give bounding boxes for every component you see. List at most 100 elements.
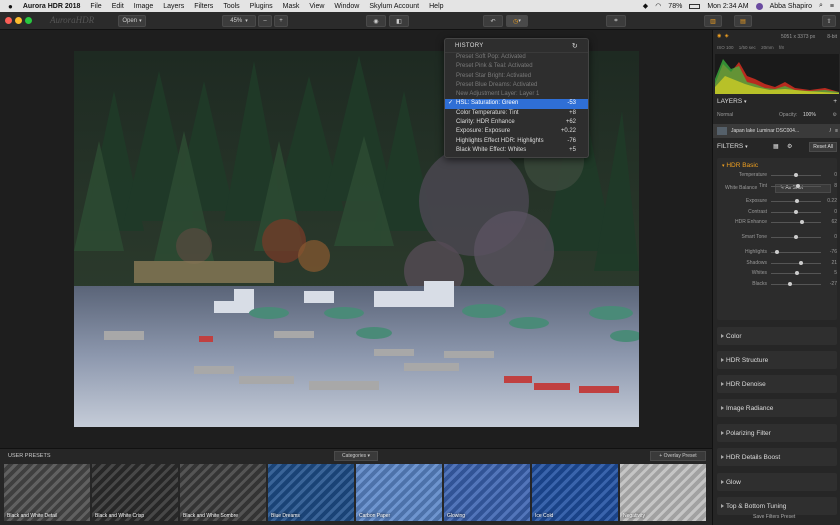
- slider-value[interactable]: 0: [823, 234, 837, 240]
- preset-thumbnail[interactable]: Blue Dreams: [268, 464, 354, 521]
- filter-section-hdr-structure[interactable]: HDR Structure: [717, 351, 837, 369]
- preset-thumbnail[interactable]: Glowing: [444, 464, 530, 521]
- search-icon[interactable]: ⌕: [819, 2, 823, 10]
- categories-dropdown[interactable]: Categories ▾: [334, 451, 378, 461]
- reset-all-button[interactable]: Reset All: [809, 142, 837, 152]
- app-name-menu[interactable]: Aurora HDR 2018: [23, 3, 81, 10]
- menu-layers[interactable]: Layers: [163, 3, 184, 10]
- filter-section-image-radiance[interactable]: Image Radiance: [717, 399, 837, 417]
- zoom-window-button[interactable]: [25, 17, 32, 24]
- slider-handle[interactable]: [799, 261, 803, 265]
- preset-thumbnail[interactable]: Carbon Paper: [356, 464, 442, 521]
- slider-value[interactable]: 0: [823, 172, 837, 178]
- slider-value[interactable]: 0: [823, 209, 837, 215]
- slider-handle[interactable]: [800, 220, 804, 224]
- panel-toggle-layers-button[interactable]: ▤: [734, 15, 752, 27]
- slider-handle[interactable]: [794, 173, 798, 177]
- preset-thumbnail[interactable]: Black and White Crisp: [92, 464, 178, 521]
- menu-file[interactable]: File: [90, 3, 101, 10]
- battery-text[interactable]: 78%: [668, 3, 682, 10]
- menu-view[interactable]: View: [309, 3, 324, 10]
- user-name[interactable]: Abba Shapiro: [770, 3, 812, 10]
- slider-value[interactable]: 21: [823, 260, 837, 266]
- menu-list-icon[interactable]: ≡: [830, 3, 834, 10]
- history-item[interactable]: Preset Star Bright: Activated: [445, 72, 588, 81]
- filter-section-glow[interactable]: Glow: [717, 473, 837, 491]
- history-item[interactable]: Clarity: HDR Enhance +62: [445, 118, 588, 127]
- slider-handle[interactable]: [796, 184, 800, 188]
- history-item[interactable]: Highlights Effect HDR: Highlights -76: [445, 137, 588, 146]
- history-item[interactable]: Preset Pink & Teal: Activated: [445, 62, 588, 71]
- filter-section-polarizing-filter[interactable]: Polarizing Filter: [717, 424, 837, 442]
- menu-mask[interactable]: Mask: [283, 3, 300, 10]
- clock-text[interactable]: Mon 2:34 AM: [707, 3, 748, 10]
- close-window-button[interactable]: [5, 17, 12, 24]
- preset-thumbnail[interactable]: Negativity: [620, 464, 706, 521]
- save-filters-preset-button[interactable]: Save Filters Preset: [753, 514, 795, 520]
- slider-handle[interactable]: [794, 235, 798, 239]
- hdr-basic-header[interactable]: ▾ HDR Basic: [722, 162, 758, 169]
- menu-image[interactable]: Image: [134, 3, 153, 10]
- undo-button[interactable]: ↶: [483, 15, 503, 27]
- layer-row[interactable]: Japan lake Luminar DSC004... / ≡: [713, 124, 840, 138]
- overlay-preset-button[interactable]: + Overlay Preset: [650, 451, 706, 461]
- history-item[interactable]: Preset Blue Dreams: Activated: [445, 81, 588, 90]
- chevron-down-icon[interactable]: ▾: [744, 99, 747, 105]
- battery-icon[interactable]: [689, 3, 701, 9]
- compare-button[interactable]: ◧: [389, 15, 409, 27]
- preset-thumbnail[interactable]: Black and White Detail: [4, 464, 90, 521]
- chevron-down-icon[interactable]: ▾: [745, 144, 748, 150]
- brush-icon[interactable]: /: [830, 124, 831, 138]
- dropbox-icon[interactable]: ◆: [643, 2, 648, 10]
- preset-thumbnail[interactable]: Black and White Sombre: [180, 464, 266, 521]
- menu-filters[interactable]: Filters: [194, 3, 213, 10]
- opacity-value[interactable]: 100%: [803, 112, 816, 118]
- history-item[interactable]: Color Temperature: Tint +8: [445, 109, 588, 118]
- slider-track[interactable]: [771, 222, 821, 223]
- image-canvas[interactable]: HISTORY ↻ Preset Soft Pop: Activated Pre…: [0, 30, 712, 448]
- slider-value[interactable]: 5: [823, 270, 837, 276]
- info-icon[interactable]: ◉: [717, 33, 721, 39]
- filter-presets-icon[interactable]: ▦: [773, 143, 779, 150]
- slider-value[interactable]: 8: [823, 183, 837, 189]
- add-layer-button[interactable]: +: [833, 98, 837, 105]
- panel-toggle-histogram-button[interactable]: ▥: [704, 15, 722, 27]
- zoom-dropdown[interactable]: 45% ▾: [222, 15, 256, 27]
- wifi-icon[interactable]: ◠: [655, 2, 661, 10]
- zoom-out-button[interactable]: –: [258, 15, 272, 27]
- history-item[interactable]: Black White Effect: Whites +5: [445, 146, 588, 155]
- history-item[interactable]: New Adjustment Layer: Layer 1: [445, 90, 588, 99]
- share-button[interactable]: ⇧: [822, 15, 836, 27]
- menu-plugins[interactable]: Plugins: [250, 3, 273, 10]
- history-item[interactable]: Preset Soft Pop: Activated: [445, 53, 588, 62]
- slider-handle[interactable]: [794, 210, 798, 214]
- slider-value[interactable]: -27: [823, 281, 837, 287]
- open-button[interactable]: Open ▾: [118, 15, 146, 27]
- refresh-icon[interactable]: ↻: [572, 42, 578, 50]
- history-item-selected[interactable]: ✓ HSL: Saturation: Green -53: [445, 99, 588, 109]
- history-item[interactable]: Exposure: Exposure +0.22: [445, 127, 588, 136]
- filter-section-hdr-denoise[interactable]: HDR Denoise: [717, 375, 837, 393]
- slider-track[interactable]: [771, 284, 821, 285]
- layer-menu-icon[interactable]: ≡: [835, 124, 838, 138]
- slider-value[interactable]: -76: [823, 249, 837, 255]
- slider-handle[interactable]: [775, 250, 779, 254]
- slider-track[interactable]: [771, 263, 821, 264]
- filter-section-hdr-details-boost[interactable]: HDR Details Boost: [717, 448, 837, 466]
- slider-value[interactable]: 62: [823, 219, 837, 225]
- history-popup[interactable]: HISTORY ↻ Preset Soft Pop: Activated Pre…: [444, 38, 589, 158]
- preview-eye-button[interactable]: ◉: [366, 15, 386, 27]
- minimize-window-button[interactable]: [15, 17, 22, 24]
- preset-thumbnail[interactable]: Ice Cold: [532, 464, 618, 521]
- blend-mode-select[interactable]: Normal: [717, 112, 733, 118]
- crop-button[interactable]: ⌗: [606, 15, 626, 27]
- gear-icon[interactable]: ⚙: [787, 143, 792, 150]
- menu-skylum-account[interactable]: Skylum Account: [369, 3, 419, 10]
- filter-section-top-bottom-tuning[interactable]: Top & Bottom Tuning: [717, 497, 837, 515]
- slider-handle[interactable]: [795, 271, 799, 275]
- user-avatar-icon[interactable]: [755, 2, 763, 10]
- layers-mini-icon[interactable]: ◈: [725, 33, 729, 39]
- menu-help[interactable]: Help: [429, 3, 443, 10]
- menu-tools[interactable]: Tools: [223, 3, 239, 10]
- slider-handle[interactable]: [787, 282, 792, 286]
